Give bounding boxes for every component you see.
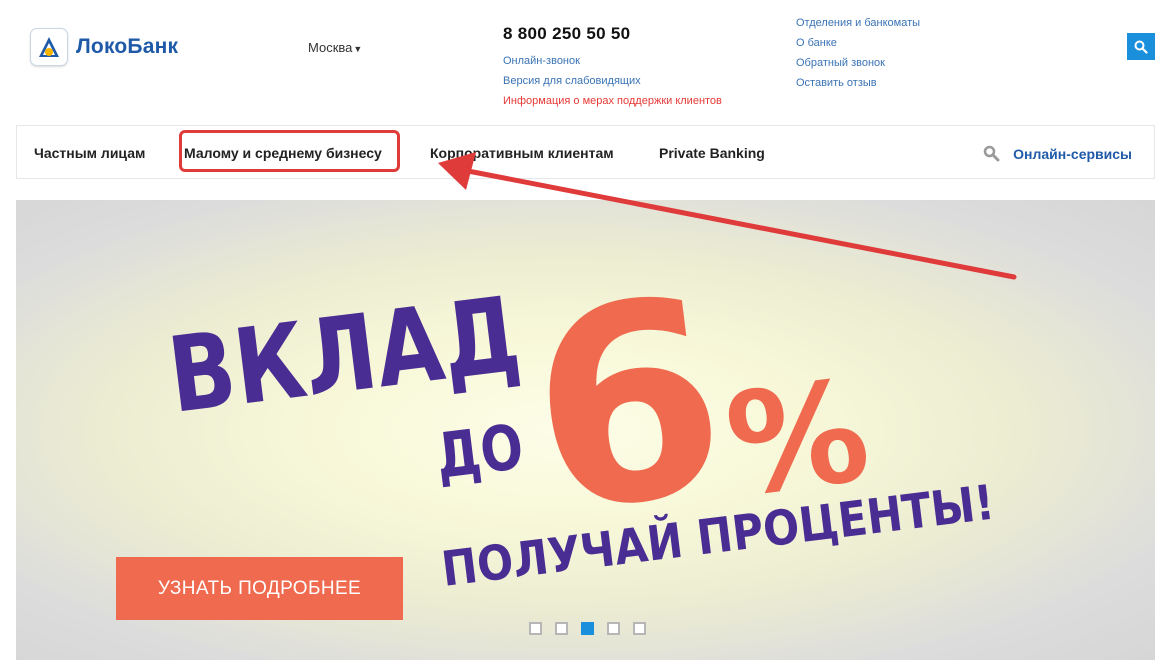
carousel-dot[interactable]: [555, 622, 568, 635]
online-call-link[interactable]: Онлайн-звонок: [503, 55, 580, 67]
accessibility-version-link[interactable]: Версия для слабовидящих: [503, 75, 641, 87]
search-icon: [1134, 40, 1148, 54]
banner-headline-up-to: ДО: [432, 410, 527, 493]
annotation-highlight-box: [179, 130, 400, 172]
main-nav: Частным лицам Малому и среднему бизнесу …: [16, 125, 1155, 179]
nav-item-private-banking[interactable]: Private Banking: [659, 145, 765, 161]
caret-down-icon: ▼: [353, 44, 363, 54]
carousel-dot-active[interactable]: [581, 622, 594, 635]
search-icon: [983, 145, 1000, 162]
city-selector[interactable]: Москва▼: [308, 40, 362, 55]
search-button[interactable]: [1127, 33, 1155, 60]
learn-more-button[interactable]: УЗНАТЬ ПОДРОБНЕЕ: [116, 557, 403, 620]
leave-review-link[interactable]: Оставить отзыв: [796, 77, 877, 89]
carousel-dot[interactable]: [529, 622, 542, 635]
callback-link[interactable]: Обратный звонок: [796, 57, 885, 69]
branches-link[interactable]: Отделения и банкоматы: [796, 17, 920, 29]
online-services-link[interactable]: Онлайн-сервисы: [983, 145, 1132, 162]
nav-item-private[interactable]: Частным лицам: [34, 145, 145, 161]
promo-banner[interactable]: ВКЛАД ДО 6 % ПОЛУЧАЙ ПРОЦЕНТЫ! УЗНАТЬ ПО…: [16, 200, 1155, 660]
banner-headline-deposit: ВКЛАД: [162, 273, 526, 437]
carousel-dot[interactable]: [607, 622, 620, 635]
phone-number[interactable]: 8 800 250 50 50: [503, 24, 630, 44]
carousel-dots: [529, 622, 646, 635]
about-bank-link[interactable]: О банке: [796, 37, 837, 49]
logo-mark-icon: [30, 28, 68, 66]
city-label: Москва: [308, 40, 353, 55]
nav-item-corporate[interactable]: Корпоративным клиентам: [430, 145, 614, 161]
online-services-label: Онлайн-сервисы: [1013, 145, 1132, 162]
logo-text: ЛокоБанк: [76, 35, 179, 58]
logo[interactable]: ЛокоБанк: [30, 28, 178, 66]
carousel-dot[interactable]: [633, 622, 646, 635]
support-info-link[interactable]: Информация о мерах поддержки клиентов: [503, 95, 722, 107]
